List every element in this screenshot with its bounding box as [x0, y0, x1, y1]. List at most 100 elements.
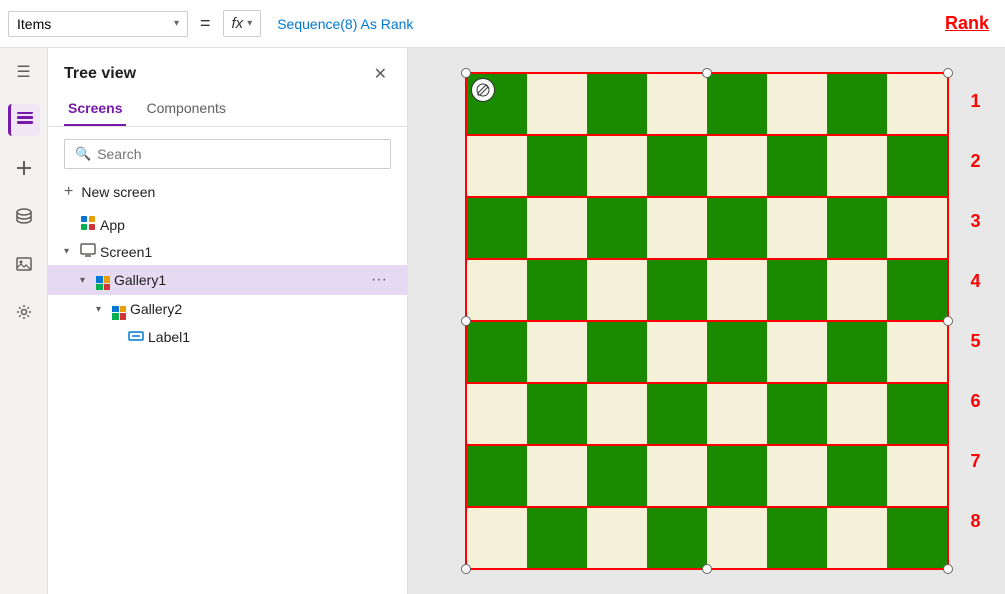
- handle-top-left[interactable]: [461, 68, 471, 78]
- checker-cell-7-5: [767, 508, 827, 568]
- checker-cell-0-3: [647, 74, 707, 134]
- media-icon[interactable]: [8, 248, 40, 280]
- tree-header: Tree view ✕: [48, 48, 407, 92]
- checker-cell-5-7: [887, 384, 947, 444]
- checker-cell-2-0: [467, 198, 527, 258]
- checker-cell-0-1: [527, 74, 587, 134]
- main-layout: ☰ Tree view ✕ Screens Component: [0, 48, 1005, 594]
- checker-cell-6-7: [887, 446, 947, 506]
- handle-top[interactable]: [702, 68, 712, 78]
- checker-cell-6-4: [707, 446, 767, 506]
- checker-row-0: [467, 74, 947, 134]
- tabs-row: Screens Components: [48, 92, 407, 127]
- checker-cell-3-4: [707, 260, 767, 320]
- checker-cell-1-6: [827, 136, 887, 196]
- checker-row-6: [467, 444, 947, 506]
- rank-1: 1: [970, 72, 980, 132]
- checker-cell-1-7: [887, 136, 947, 196]
- tree-item-screen1[interactable]: ▾ Screen1: [48, 238, 407, 265]
- checker-cell-7-7: [887, 508, 947, 568]
- handle-right[interactable]: [943, 316, 953, 326]
- rank-8: 8: [970, 492, 980, 552]
- canvas-area: 1 2 3 4 5 6 7 8: [408, 48, 1005, 594]
- checker-cell-0-6: [827, 74, 887, 134]
- checker-cell-1-2: [587, 136, 647, 196]
- checker-cell-5-3: [647, 384, 707, 444]
- checker-cell-4-7: [887, 322, 947, 382]
- checker-row-7: [467, 506, 947, 568]
- checker-cell-2-7: [887, 198, 947, 258]
- checker-row-2: [467, 196, 947, 258]
- tree-view-title: Tree view: [64, 65, 136, 83]
- checker-cell-2-6: [827, 198, 887, 258]
- checker-cell-6-5: [767, 446, 827, 506]
- fx-box[interactable]: fx ▾: [223, 10, 262, 37]
- icon-strip: ☰: [0, 48, 48, 594]
- checker-row-4: [467, 320, 947, 382]
- fx-chevron-icon: ▾: [247, 18, 252, 29]
- checker-row-1: [467, 134, 947, 196]
- checker-cell-5-1: [527, 384, 587, 444]
- gallery2-chevron-icon: ▾: [96, 304, 108, 315]
- checker-cell-6-0: [467, 446, 527, 506]
- tree-item-app[interactable]: App: [48, 211, 407, 238]
- tab-screens[interactable]: Screens: [64, 92, 126, 126]
- rank-7: 7: [970, 432, 980, 492]
- checker-cell-4-6: [827, 322, 887, 382]
- rank-3: 3: [970, 192, 980, 252]
- handle-bottom[interactable]: [702, 564, 712, 574]
- screen-icon: [80, 242, 96, 261]
- checker-cell-7-3: [647, 508, 707, 568]
- checker-cell-5-6: [827, 384, 887, 444]
- checker-cell-0-2: [587, 74, 647, 134]
- rank-top-label: Rank: [945, 13, 997, 34]
- app-label: App: [100, 217, 391, 233]
- checker-cell-4-0: [467, 322, 527, 382]
- top-bar: Items ▾ = fx ▾ Sequence(8) As Rank Rank: [0, 0, 1005, 48]
- checkerboard-wrapper: 1 2 3 4 5 6 7 8: [465, 72, 949, 571]
- checker-cell-3-7: [887, 260, 947, 320]
- checker-cell-2-3: [647, 198, 707, 258]
- settings-icon[interactable]: [8, 296, 40, 328]
- handle-left[interactable]: [461, 316, 471, 326]
- items-dropdown-label: Items: [17, 16, 170, 32]
- add-icon[interactable]: [8, 152, 40, 184]
- checker-row-3: [467, 258, 947, 320]
- checker-cell-7-0: [467, 508, 527, 568]
- checker-cell-6-3: [647, 446, 707, 506]
- checker-cell-1-5: [767, 136, 827, 196]
- hamburger-menu-icon[interactable]: ☰: [8, 56, 40, 88]
- layers-icon[interactable]: [8, 104, 40, 136]
- equals-sign: =: [196, 13, 215, 34]
- items-dropdown[interactable]: Items ▾: [8, 11, 188, 37]
- checker-cell-1-1: [527, 136, 587, 196]
- tab-components[interactable]: Components: [142, 92, 229, 126]
- checker-cell-0-7: [887, 74, 947, 134]
- fx-icon: fx: [232, 15, 244, 32]
- edit-handle[interactable]: [471, 78, 495, 102]
- handle-bottom-right[interactable]: [943, 564, 953, 574]
- close-button[interactable]: ✕: [370, 60, 391, 88]
- checker-row-5: [467, 382, 947, 444]
- tree-item-gallery1[interactable]: ▾ Gallery1 ···: [48, 265, 407, 295]
- checker-cell-6-6: [827, 446, 887, 506]
- checker-cell-3-2: [587, 260, 647, 320]
- database-icon[interactable]: [8, 200, 40, 232]
- tree-item-gallery2[interactable]: ▾ Gallery2: [48, 295, 407, 324]
- handle-top-right[interactable]: [943, 68, 953, 78]
- gallery1-more-button[interactable]: ···: [367, 269, 391, 291]
- label1-icon: [128, 328, 144, 347]
- gallery1-label: Gallery1: [114, 272, 363, 288]
- rank-5: 5: [970, 312, 980, 372]
- checker-cell-4-5: [767, 322, 827, 382]
- handle-bottom-left[interactable]: [461, 564, 471, 574]
- search-box[interactable]: 🔍: [64, 139, 391, 169]
- search-input[interactable]: [97, 146, 380, 162]
- tree-item-label1[interactable]: Label1: [48, 324, 407, 351]
- rank-numbers: 1 2 3 4 5 6 7 8: [970, 72, 980, 552]
- new-screen-button[interactable]: + New screen: [48, 177, 407, 207]
- checker-cell-5-5: [767, 384, 827, 444]
- checker-cell-7-2: [587, 508, 647, 568]
- checker-cell-4-3: [647, 322, 707, 382]
- checker-cell-5-0: [467, 384, 527, 444]
